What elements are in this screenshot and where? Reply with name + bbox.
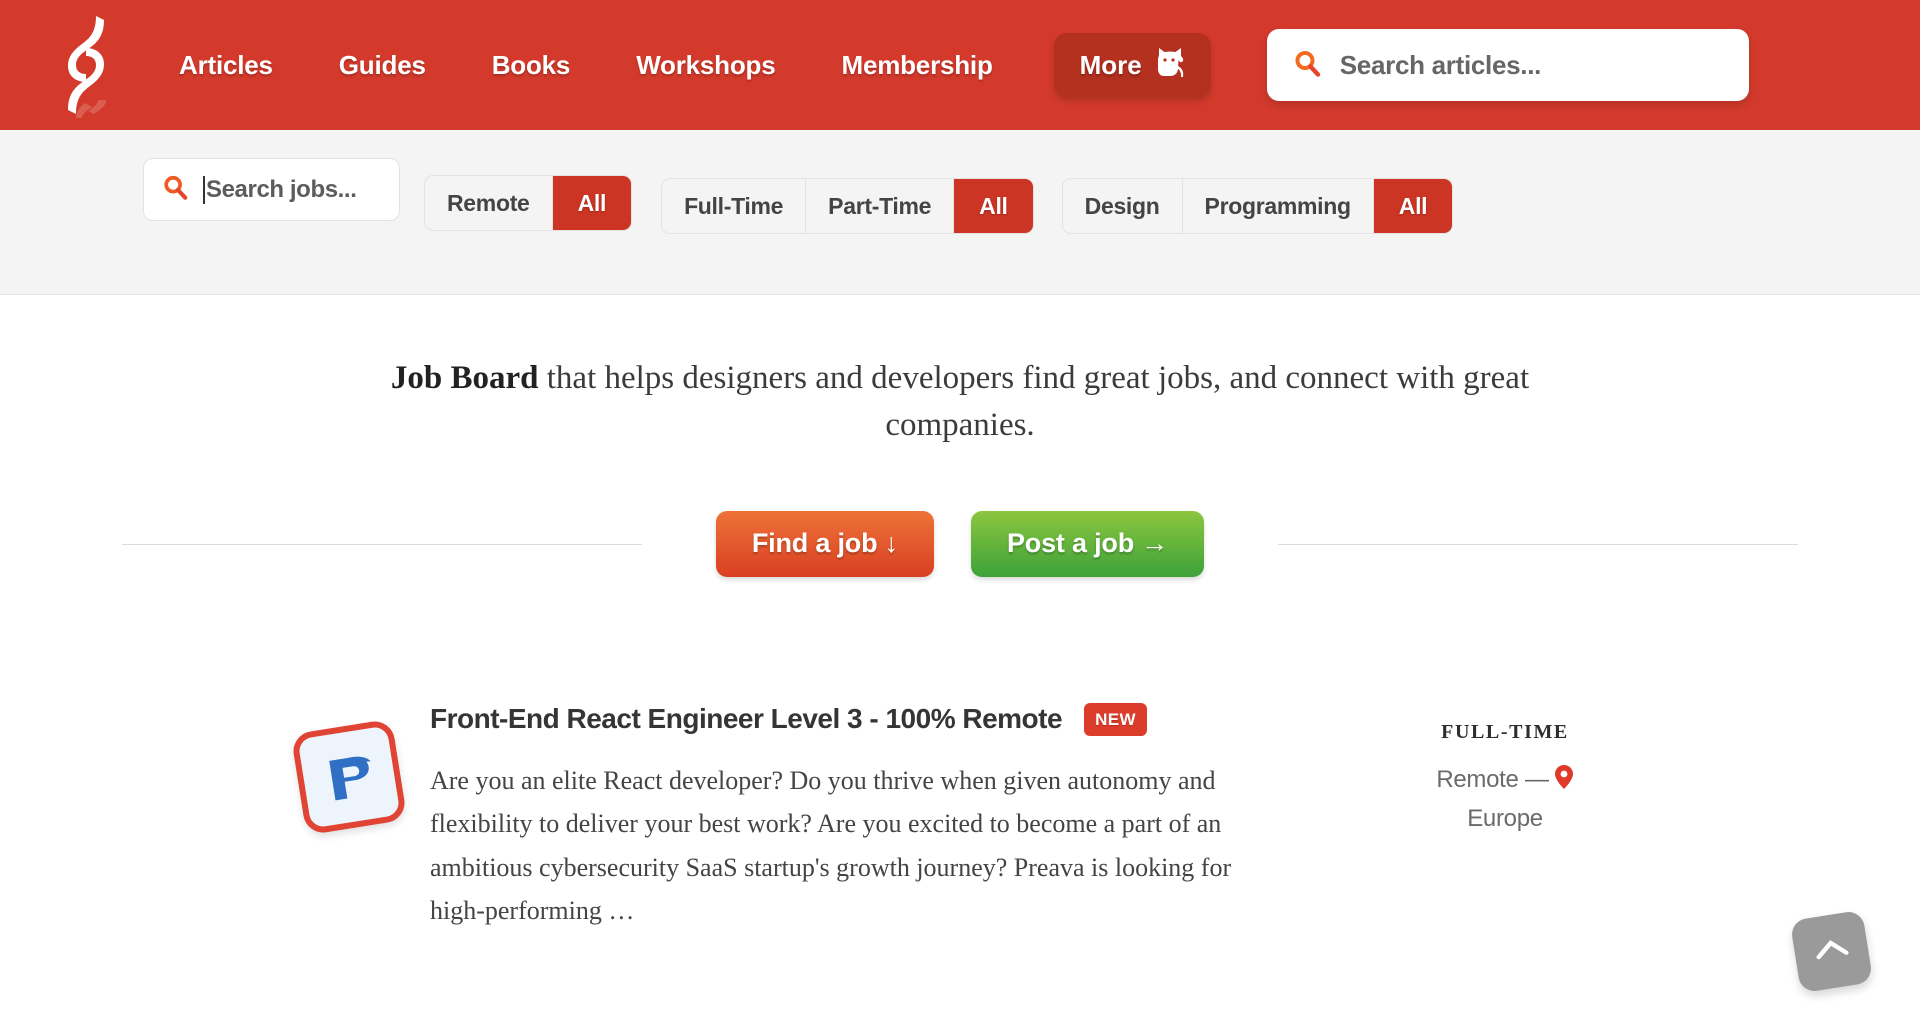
job-list-item[interactable]: Front-End React Engineer Level 3 - 100% …	[0, 702, 1920, 933]
divider-right	[1278, 543, 1798, 545]
job-title[interactable]: Front-End React Engineer Level 3 - 100% …	[430, 703, 1063, 735]
filter-group-category: Design Programming All	[1061, 178, 1454, 234]
cta-row: Find a job ↓ Post a job →	[0, 510, 1920, 577]
preava-mark-icon	[329, 756, 371, 801]
header-search-input[interactable]: Search articles...	[1340, 50, 1542, 81]
header-search-box[interactable]: Search articles...	[1266, 29, 1749, 101]
status-badge: NEW	[1084, 702, 1147, 736]
cat-icon	[1155, 46, 1185, 85]
map-pin-icon	[1554, 764, 1574, 801]
search-icon	[162, 174, 188, 205]
job-meta: FULL-TIME Remote — Europe	[1370, 703, 1640, 838]
page-intro-rest: that helps designers and developers find…	[538, 360, 1530, 443]
nav-item-membership[interactable]: Membership	[808, 50, 1025, 81]
filter-category-all[interactable]: All	[1373, 179, 1453, 233]
filter-commitment-full-time[interactable]: Full-Time	[662, 179, 807, 233]
nav-item-articles[interactable]: Articles	[146, 50, 306, 81]
nav-item-guides[interactable]: Guides	[306, 50, 459, 81]
filter-commitment-all[interactable]: All	[954, 179, 1033, 233]
job-location-label: Remote —	[1436, 765, 1549, 793]
page-intro: Job Board that helps designers and devel…	[370, 355, 1550, 449]
divider-left	[122, 543, 642, 545]
main-navigation: Articles Guides Books Workshops Membersh…	[146, 50, 1026, 81]
find-a-job-button[interactable]: Find a job ↓	[715, 510, 934, 577]
page-intro-lead: Job Board	[390, 360, 539, 396]
job-search-box[interactable]: Search jobs...	[143, 158, 400, 221]
more-button-label: More	[1079, 49, 1142, 80]
preava-logo[interactable]	[290, 718, 408, 836]
filter-group-location: Remote All	[424, 175, 633, 231]
job-logo-tile	[290, 718, 408, 836]
nav-item-books[interactable]: Books	[459, 50, 603, 81]
filter-location-all[interactable]: All	[552, 176, 632, 230]
job-title-row: Front-End React Engineer Level 3 - 100% …	[430, 702, 1290, 736]
filter-location-remote[interactable]: Remote	[425, 176, 553, 230]
job-commitment: FULL-TIME	[1441, 720, 1569, 743]
chevron-up-icon	[1813, 936, 1851, 968]
job-location-detail: Europe	[1467, 805, 1543, 833]
job-location: Remote — Europe	[1370, 762, 1640, 838]
logo-icon	[68, 16, 106, 118]
job-description: Are you an elite React developer? Do you…	[430, 765, 1232, 925]
job-search-input[interactable]: Search jobs...	[206, 176, 357, 204]
job-filter-bar: Search jobs... Remote All Full-Time Part…	[0, 130, 1920, 295]
search-icon	[1293, 49, 1321, 82]
filter-category-design[interactable]: Design	[1063, 179, 1183, 233]
post-a-job-button[interactable]: Post a job →	[970, 510, 1205, 577]
job-details: Front-End React Engineer Level 3 - 100% …	[430, 702, 1290, 933]
text-caret	[203, 175, 205, 204]
more-button[interactable]: More	[1053, 33, 1211, 97]
site-header: Articles Guides Books Workshops Membersh…	[0, 0, 1920, 130]
filter-commitment-part-time[interactable]: Part-Time	[806, 179, 955, 233]
filter-category-programming[interactable]: Programming	[1183, 179, 1374, 233]
filter-group-commitment: Full-Time Part-Time All	[661, 178, 1034, 234]
back-to-top-button[interactable]	[1789, 909, 1874, 994]
smashing-magazine-logo[interactable]	[52, 10, 128, 120]
nav-item-workshops[interactable]: Workshops	[603, 50, 808, 81]
